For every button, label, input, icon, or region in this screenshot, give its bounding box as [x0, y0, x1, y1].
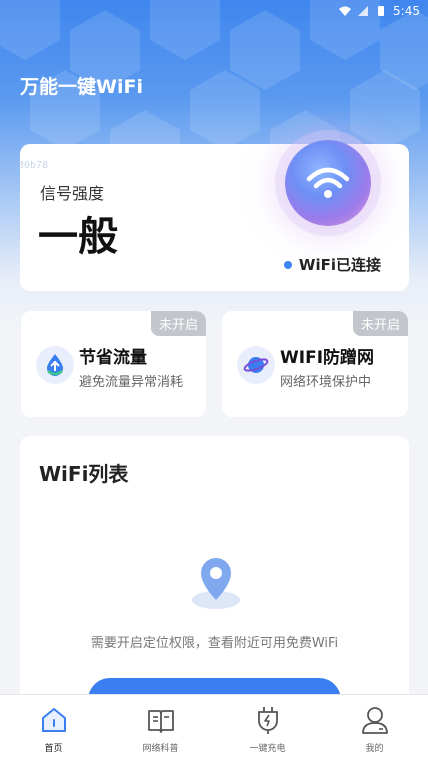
planet-icon	[237, 346, 275, 384]
wifi-list-card: WiFi列表 需要开启定位权限，查看附近可用免费WiFi	[20, 436, 409, 726]
cellular-icon	[358, 6, 369, 16]
battery-icon	[378, 6, 385, 16]
nav-label: 一键充电	[249, 744, 286, 754]
nav-one-click-charge[interactable]: 一键充电	[214, 695, 321, 762]
feature-card-save-data[interactable]: 未开启 节省流量 避免流量异常消耗	[21, 311, 206, 417]
empty-state-message: 需要开启定位权限，查看附近可用免费WiFi	[90, 636, 339, 651]
book-icon	[147, 710, 174, 733]
signal-card: 信号强度 一般 WiFi已连接	[20, 140, 409, 291]
nav-label: 网络科普	[142, 744, 179, 754]
droplet-icon	[36, 346, 74, 384]
app-title: 万能一键WiFi	[20, 76, 143, 98]
bottom-nav: 首页 网络科普 一键充电 我的	[0, 694, 428, 762]
nav-network-science[interactable]: 网络科普	[107, 695, 214, 762]
wifi-icon	[306, 167, 350, 198]
connection-status: WiFi已连接	[283, 254, 381, 275]
feature-subtitle: 网络环境保护中	[280, 375, 372, 390]
status-time: 5:45	[393, 4, 420, 18]
status-bar: 5:45	[0, 0, 428, 22]
nav-label: 我的	[365, 744, 384, 754]
nav-home[interactable]: 首页	[0, 695, 107, 762]
wifi-signal-icon	[339, 6, 352, 16]
user-icon	[361, 707, 388, 734]
status-badge: 未开启	[352, 311, 408, 336]
feature-subtitle: 避免流量异常消耗	[79, 375, 184, 390]
signal-strength-value: 一般	[38, 214, 118, 260]
status-dot	[283, 260, 292, 269]
home-icon	[41, 708, 66, 732]
debug-tag: 30b78	[18, 160, 49, 171]
location-pin-icon	[190, 554, 242, 610]
connection-status-text: WiFi已连接	[298, 256, 381, 274]
nav-label: 首页	[44, 744, 63, 754]
wifi-list-title: WiFi列表	[39, 462, 129, 486]
feature-title: WIFI防蹭网	[280, 348, 375, 368]
charge-icon	[257, 707, 278, 734]
feature-title: 节省流量	[79, 348, 147, 368]
feature-card-anti-leech[interactable]: 未开启 WIFI防蹭网 网络环境保护中	[222, 311, 408, 417]
signal-label: 信号强度	[40, 184, 105, 203]
nav-profile[interactable]: 我的	[321, 695, 428, 762]
wifi-orb[interactable]	[285, 140, 371, 226]
status-badge: 未开启	[150, 311, 206, 336]
